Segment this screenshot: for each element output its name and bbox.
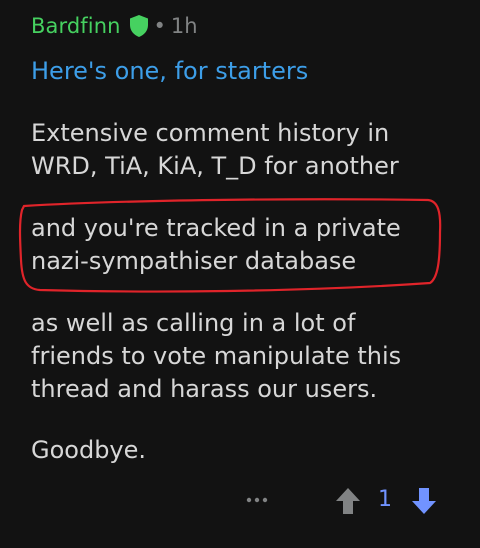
paragraph-2-line-2: nazi-sympathiser database <box>31 247 357 275</box>
comment-actions-bar: 1 <box>0 482 480 518</box>
downvote-arrow-icon[interactable] <box>410 486 438 516</box>
comment-paragraph-3: as well as calling in a lot of friends t… <box>31 307 401 406</box>
paragraph-3-line-2: friends to vote manipulate this <box>31 342 402 370</box>
paragraph-3-line-1: as well as calling in a lot of <box>31 309 356 337</box>
comment-paragraph-2: and you're tracked in a private nazi-sym… <box>31 212 401 278</box>
paragraph-3-line-3: thread and harass our users. <box>31 375 378 403</box>
comment: Bardfinn • 1h Here's one, for starters E… <box>0 0 480 548</box>
upvote-arrow-icon[interactable] <box>334 486 362 516</box>
more-options-icon[interactable] <box>244 490 270 510</box>
comment-paragraph-4: Goodbye. <box>31 436 147 464</box>
paragraph-2-line-1: and you're tracked in a private <box>31 214 401 242</box>
vote-score: 1 <box>378 487 392 512</box>
